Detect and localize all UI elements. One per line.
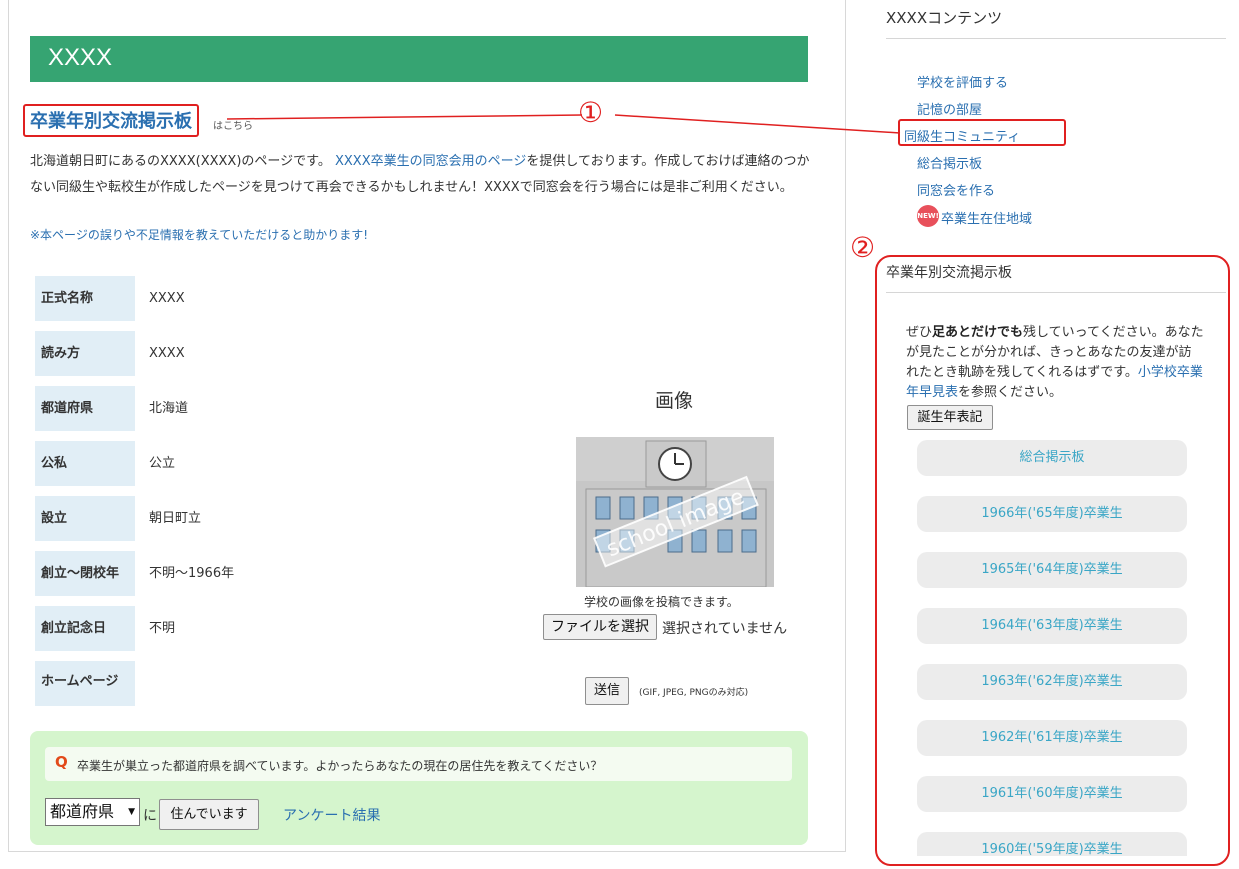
- year-board-button[interactable]: 1964年('63年度)卒業生: [917, 608, 1187, 644]
- survey-question-text: 卒業生が巣立った都道府県を調べています。よかったらあなたの現在の居住先を教えてく…: [77, 759, 603, 773]
- sidebar-link-rate-school[interactable]: 学校を評価する: [917, 72, 1008, 91]
- info-label: 都道府県: [35, 386, 135, 431]
- info-value: 朝日町立: [149, 511, 202, 526]
- sidebar-divider: [886, 38, 1226, 39]
- info-value: XXXX: [149, 291, 185, 306]
- banner-title: XXXX: [48, 44, 113, 71]
- sidebar-title: XXXXコンテンツ: [886, 9, 1003, 27]
- year-board-button[interactable]: 1966年('65年度)卒業生: [917, 496, 1187, 532]
- live-here-button[interactable]: 住んでいます: [159, 799, 259, 830]
- year-board-button[interactable]: 1962年('61年度)卒業生: [917, 720, 1187, 756]
- school-building-placeholder-image: school image: [576, 437, 774, 587]
- sidebar-link-create-reunion[interactable]: 同窓会を作る: [917, 180, 995, 199]
- choose-file-button[interactable]: ファイルを選択: [543, 614, 657, 640]
- info-row-public-private: 公私 公立: [35, 441, 515, 486]
- info-row-reading: 読み方 XXXX: [35, 331, 515, 376]
- general-board-button[interactable]: 総合掲示板: [917, 440, 1187, 476]
- info-label: 公私: [35, 441, 135, 486]
- birth-year-button[interactable]: 誕生年表記: [907, 405, 993, 430]
- prefecture-select[interactable]: 都道府県 ▼: [45, 798, 140, 826]
- info-row-founded-closed: 創立〜閉校年 不明〜1966年: [35, 551, 515, 596]
- dropdown-caret-icon: ▼: [128, 807, 135, 817]
- sidebar-link-general-board[interactable]: 総合掲示板: [917, 153, 982, 172]
- year-board-button[interactable]: 1961年('60年度)卒業生: [917, 776, 1187, 812]
- info-label: 創立〜閉校年: [35, 551, 135, 596]
- intro-text-before: 北海道朝日町にあるのXXXX(XXXX)のページです。: [30, 154, 331, 169]
- send-image-button[interactable]: 送信: [585, 677, 629, 705]
- board-desc-text-1: ぜひ: [906, 325, 933, 340]
- file-status-text: 選択されていません: [662, 621, 788, 637]
- year-board-button[interactable]: 1963年('62年度)卒業生: [917, 664, 1187, 700]
- info-row-established-by: 設立 朝日町立: [35, 496, 515, 541]
- sidebar-link-classmate-community[interactable]: 同級生コミュニティ: [904, 126, 1020, 145]
- new-badge-icon: NEW!: [917, 205, 939, 227]
- sidebar-link-memory-room[interactable]: 記憶の部屋: [917, 99, 982, 118]
- info-label: 創立記念日: [35, 606, 135, 651]
- survey-question-box: Q 卒業生が巣立った都道府県を調べています。よかったらあなたの現在の居住先を教え…: [45, 747, 792, 781]
- info-row-prefecture: 都道府県 北海道: [35, 386, 515, 431]
- board-description: ぜひ足あとだけでも残していってください。あなたが見たことが分かれば、きっとあなた…: [906, 323, 1204, 403]
- info-row-homepage: ホームページ: [35, 661, 515, 706]
- info-label: 設立: [35, 496, 135, 541]
- prefecture-select-value: 都道府県: [50, 802, 115, 821]
- graduation-board-link[interactable]: 卒業年別交流掲示板: [23, 104, 199, 137]
- info-row-anniversary: 創立記念日 不明: [35, 606, 515, 651]
- info-value: 北海道: [149, 401, 189, 416]
- info-label: 読み方: [35, 331, 135, 376]
- info-value: 不明〜1966年: [149, 566, 235, 581]
- info-value: XXXX: [149, 346, 185, 361]
- year-board-button[interactable]: 1960年('59年度)卒業生: [917, 832, 1187, 856]
- annotation-number-1: ①: [578, 96, 604, 129]
- school-banner: XXXX: [30, 36, 808, 82]
- board-desc-bold: 足あとだけでも: [932, 325, 1024, 340]
- intro-paragraph: 北海道朝日町にあるのXXXX(XXXX)のページです。 XXXX卒業生の同窓会用…: [30, 149, 810, 201]
- board-link-suffix: はこちら: [213, 121, 253, 132]
- board-desc-text-3: を参照ください。: [958, 385, 1063, 400]
- image-upload-caption: 学校の画像を投稿できます。: [584, 595, 739, 609]
- residence-survey-panel: Q 卒業生が巣立った都道府県を調べています。よかったらあなたの現在の居住先を教え…: [30, 731, 808, 845]
- particle-text: に: [143, 808, 157, 824]
- annotation-number-2: ②: [850, 231, 876, 264]
- board-divider: [886, 292, 1226, 293]
- info-row-official-name: 正式名称 XXXX: [35, 276, 515, 321]
- question-mark-icon: Q: [55, 753, 68, 771]
- survey-result-link[interactable]: アンケート結果: [283, 805, 380, 825]
- image-section-title: 画像: [655, 390, 694, 412]
- info-label: ホームページ: [35, 661, 135, 706]
- report-error-link[interactable]: ※本ページの誤りや不足情報を教えていただけると助かります!: [30, 226, 368, 243]
- alumni-page-link[interactable]: XXXX卒業生の同窓会用のページ: [335, 154, 526, 169]
- info-label: 正式名称: [35, 276, 135, 321]
- info-value: 不明: [149, 621, 176, 636]
- year-board-button[interactable]: 1965年('64年度)卒業生: [917, 552, 1187, 588]
- sidebar-link-alumni-area[interactable]: 卒業生在住地域: [941, 208, 1032, 227]
- info-value: 公立: [149, 456, 176, 471]
- board-section-title: 卒業年別交流掲示板: [886, 265, 1012, 281]
- supported-formats-text: (GIF, JPEG, PNGのみ対応): [639, 688, 749, 698]
